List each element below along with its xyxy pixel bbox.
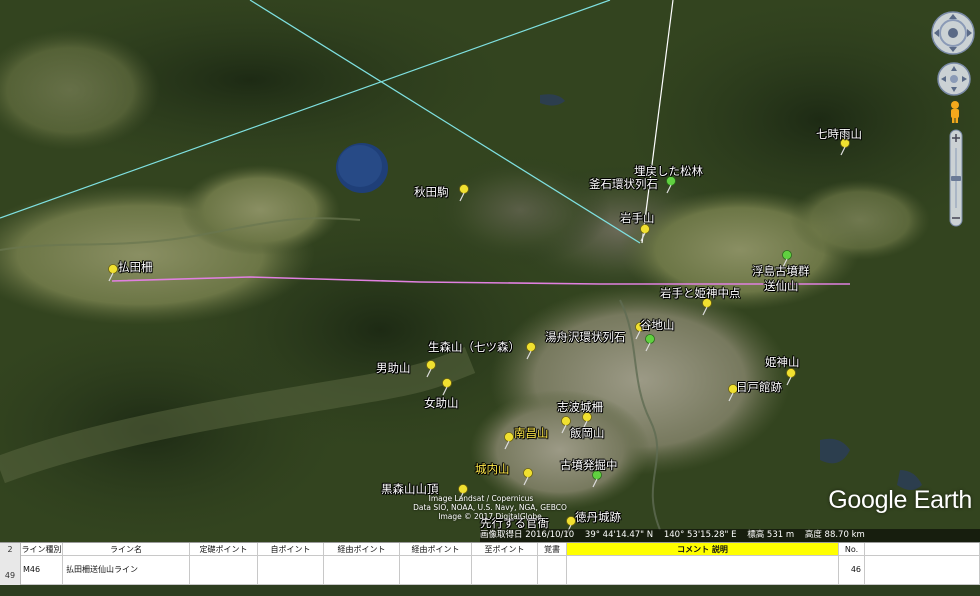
pin-icon[interactable] [700, 298, 714, 316]
place-label-nanshozan: 南昌山 [514, 426, 549, 440]
eye-altitude-readout: 高度 88.70 km [804, 530, 865, 540]
header-cell[interactable]: ライン名 [63, 543, 190, 556]
table-cell[interactable]: 46 [839, 556, 865, 585]
table-cell[interactable] [472, 556, 538, 585]
place-label-kaneishi: 釜石環状列石 [589, 177, 658, 191]
imagery-credit: Data SIO, NOAA, U.S. Navy, NGA, GEBCO [413, 503, 567, 512]
table-cell[interactable] [258, 556, 324, 585]
imagery-credit: Image © 2017 DigitalGlobe [438, 512, 542, 521]
header-cell[interactable]: 定礎ポイント [190, 543, 258, 556]
table-cell[interactable] [538, 556, 567, 585]
header-cell[interactable]: 至ポイント [472, 543, 538, 556]
place-label-jonai: 城内山 [475, 462, 510, 476]
elevation-readout: 標高 531 m [747, 530, 795, 540]
header-cell[interactable]: No. [839, 543, 865, 556]
pin-icon[interactable] [524, 342, 538, 360]
header-cell[interactable]: ライン種別 [21, 543, 63, 556]
place-label-shiwajo: 志波城柵 [557, 400, 603, 414]
row-number: 49 [0, 556, 21, 585]
move-joystick-icon[interactable] [936, 61, 972, 97]
place-label-akitakoma: 秋田駒 [414, 185, 449, 199]
latitude-readout: 39° 44'14.47" N [584, 530, 654, 540]
place-label-tokutan: 徳丹城跡 [575, 510, 621, 524]
table-cell[interactable]: M46 [21, 556, 63, 585]
header-cell[interactable]: 覚書 [538, 543, 567, 556]
place-label-iwatesan: 岩手山 [620, 211, 655, 225]
place-label-tanichiyama: 谷地山 [640, 318, 675, 332]
table-cell[interactable] [567, 556, 839, 585]
place-label-oimori: 生森山（七ツ森） [428, 340, 520, 354]
header-cell[interactable] [865, 543, 980, 556]
place-label-iwatehime: 岩手と姫神中点 [660, 286, 741, 300]
imagery-credit: Image Landsat / Copernicus [428, 494, 534, 503]
table-cell[interactable] [324, 556, 400, 585]
place-label-hinotodate: 日戸館跡 [736, 380, 782, 394]
place-label-himekamisan: 姫神山 [765, 355, 800, 369]
pin-icon[interactable] [664, 176, 678, 194]
pin-icon[interactable] [784, 368, 798, 386]
header-cell[interactable]: 経由ポイント [324, 543, 400, 556]
place-label-iioka: 飯岡山 [570, 426, 605, 440]
place-label-sosenzan: 送仙山 [764, 279, 799, 293]
place-label-yubunezawa: 湯舟沢環状列石 [545, 330, 626, 344]
place-label-kofun: 古墳発掘中 [560, 458, 618, 472]
place-label-shichijiu: 七時雨山 [816, 127, 862, 141]
table-cell[interactable] [400, 556, 472, 585]
place-label-ukishima: 浮島古墳群 [752, 264, 810, 278]
map-view[interactable]: 七時雨山 埋戻した松林 釜石環状列石 秋田駒 岩手山 払田柵 浮島古墳群 送仙山… [0, 0, 980, 542]
place-label-hottanosaku: 払田柵 [118, 260, 153, 274]
zoom-slider[interactable] [946, 128, 966, 228]
status-bar: 画像取得日 2016/10/10 39° 44'14.47" N 140° 53… [480, 529, 980, 542]
look-joystick-icon[interactable] [930, 10, 976, 56]
table-cell[interactable] [865, 556, 980, 585]
longitude-readout: 140° 53'15.28" E [663, 530, 737, 540]
table-cell[interactable] [190, 556, 258, 585]
imagery-date: 画像取得日 2016/10/10 [480, 530, 575, 540]
place-label-otokosuke: 男助山 [376, 361, 411, 375]
place-label-umomodoshita: 埋戻した松林 [634, 164, 703, 178]
pegman-icon[interactable] [947, 100, 963, 124]
header-cell[interactable]: 経由ポイント [400, 543, 472, 556]
pin-icon[interactable] [590, 470, 604, 488]
pin-icon[interactable] [643, 334, 657, 352]
header-cell[interactable]: 自ポイント [258, 543, 324, 556]
table-cell[interactable]: 払田柵送仙山ライン [63, 556, 190, 585]
pin-icon[interactable] [440, 378, 454, 396]
header-cell[interactable]: コメント 説明 [567, 543, 839, 556]
spreadsheet: 2 49 ライン種別 ライン名 定礎ポイント 自ポイント 経由ポイント 経由ポイ… [0, 542, 980, 585]
place-label-onnasuke: 女助山 [424, 396, 459, 410]
row-number: 2 [0, 543, 21, 556]
google-earth-logo: Google Earth [828, 486, 972, 514]
pin-icon[interactable] [638, 224, 652, 242]
pin-icon[interactable] [521, 468, 535, 486]
pin-icon[interactable] [457, 184, 471, 202]
pin-icon[interactable] [424, 360, 438, 378]
